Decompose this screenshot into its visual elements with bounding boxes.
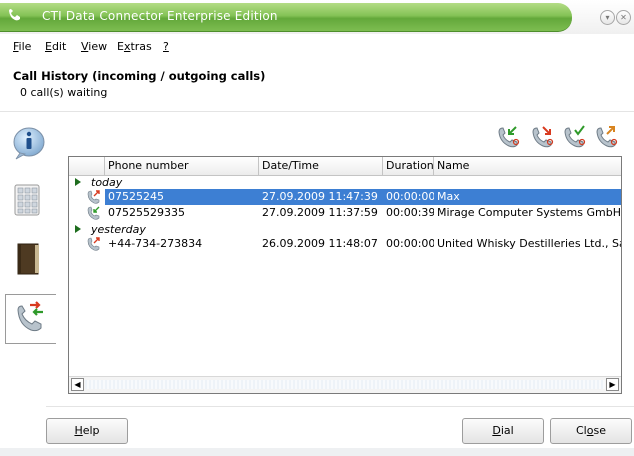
- window-bottom-edge: [0, 448, 634, 456]
- help-button[interactable]: Help: [46, 418, 128, 444]
- call-duration: 00:00:39: [386, 206, 434, 219]
- call-history-list[interactable]: Phone number Date/Time Duration Name tod…: [68, 156, 622, 394]
- contact-name: Max: [434, 189, 621, 205]
- call-missed-icon[interactable]: [530, 124, 556, 148]
- sidebar-dialpad[interactable]: [5, 178, 56, 226]
- call-out-icon[interactable]: [594, 124, 620, 148]
- column-header-datetime[interactable]: Date/Time: [259, 157, 383, 175]
- menu-bar: File Edit View Extras ?: [0, 38, 634, 56]
- list-header: Phone number Date/Time Duration Name: [69, 157, 621, 176]
- info-icon: [13, 127, 45, 160]
- table-row[interactable]: 07525529335 27.09.2009 11:37:59 00:00:39…: [69, 205, 621, 221]
- column-header-duration[interactable]: Duration: [383, 157, 434, 175]
- menu-file[interactable]: File: [13, 40, 31, 53]
- dial-button[interactable]: Dial: [462, 418, 544, 444]
- call-duration: 00:00:00: [386, 237, 434, 250]
- outgoing-call-icon: [87, 237, 100, 251]
- column-header-phone[interactable]: Phone number: [105, 157, 259, 175]
- call-history-icon: [17, 301, 43, 332]
- call-datetime: 27.09.2009 11:47:39: [259, 189, 383, 205]
- contact-name: Mirage Computer Systems GmbH, Sal: [437, 206, 621, 219]
- close-icon[interactable]: ✕: [616, 10, 631, 25]
- scroll-track[interactable]: [85, 380, 605, 389]
- menu-edit[interactable]: Edit: [45, 40, 66, 53]
- footer-divider: [46, 406, 634, 407]
- close-button[interactable]: Close: [550, 418, 632, 444]
- call-in-icon[interactable]: [496, 124, 522, 148]
- sidebar: [5, 120, 56, 352]
- phone-number: 07525245: [105, 189, 259, 205]
- scroll-left-arrow-icon[interactable]: ◀: [71, 378, 84, 391]
- title-bar: CTI Data Connector Enterprise Edition ▾ …: [0, 0, 634, 34]
- expand-arrow-icon[interactable]: [75, 225, 81, 233]
- sidebar-phonebook[interactable]: [5, 236, 56, 284]
- phone-number: 07525529335: [108, 206, 185, 219]
- scroll-right-arrow-icon[interactable]: ▶: [606, 378, 619, 391]
- call-datetime: 26.09.2009 11:48:07: [262, 237, 378, 250]
- phone-number: +44-734-273834: [108, 237, 203, 250]
- column-header-name[interactable]: Name: [434, 157, 621, 175]
- sidebar-call-history[interactable]: [5, 294, 56, 344]
- dialpad-icon: [14, 184, 40, 216]
- minimize-chevron-icon[interactable]: ▾: [600, 10, 615, 25]
- table-row[interactable]: 07525245 27.09.2009 11:47:39 00:00:00 Ma…: [69, 189, 621, 205]
- call-duration: 00:00:00: [383, 189, 434, 205]
- app-icon: [9, 9, 20, 21]
- incoming-call-icon: [87, 206, 100, 220]
- horizontal-scrollbar[interactable]: ◀ ▶: [69, 376, 621, 393]
- menu-view[interactable]: View: [81, 40, 107, 53]
- sidebar-info[interactable]: [5, 120, 56, 168]
- call-datetime: 27.09.2009 11:37:59: [262, 206, 378, 219]
- call-ok-icon[interactable]: [562, 124, 588, 148]
- column-header-icon[interactable]: [69, 157, 105, 175]
- menu-extras[interactable]: Extras: [117, 40, 152, 53]
- window-title: CTI Data Connector Enterprise Edition: [42, 9, 278, 23]
- header-divider: [0, 111, 634, 112]
- outgoing-call-icon: [87, 190, 100, 204]
- phonebook-icon: [17, 243, 39, 275]
- menu-help[interactable]: ?: [163, 40, 169, 53]
- table-row[interactable]: +44-734-273834 26.09.2009 11:48:07 00:00…: [69, 236, 621, 252]
- expand-arrow-icon[interactable]: [75, 178, 81, 186]
- contact-name: United Whisky Destilleries Ltd., Sandr: [437, 237, 621, 250]
- calls-waiting-status: 0 call(s) waiting: [20, 86, 108, 99]
- page-title: Call History (incoming / outgoing calls): [13, 69, 266, 83]
